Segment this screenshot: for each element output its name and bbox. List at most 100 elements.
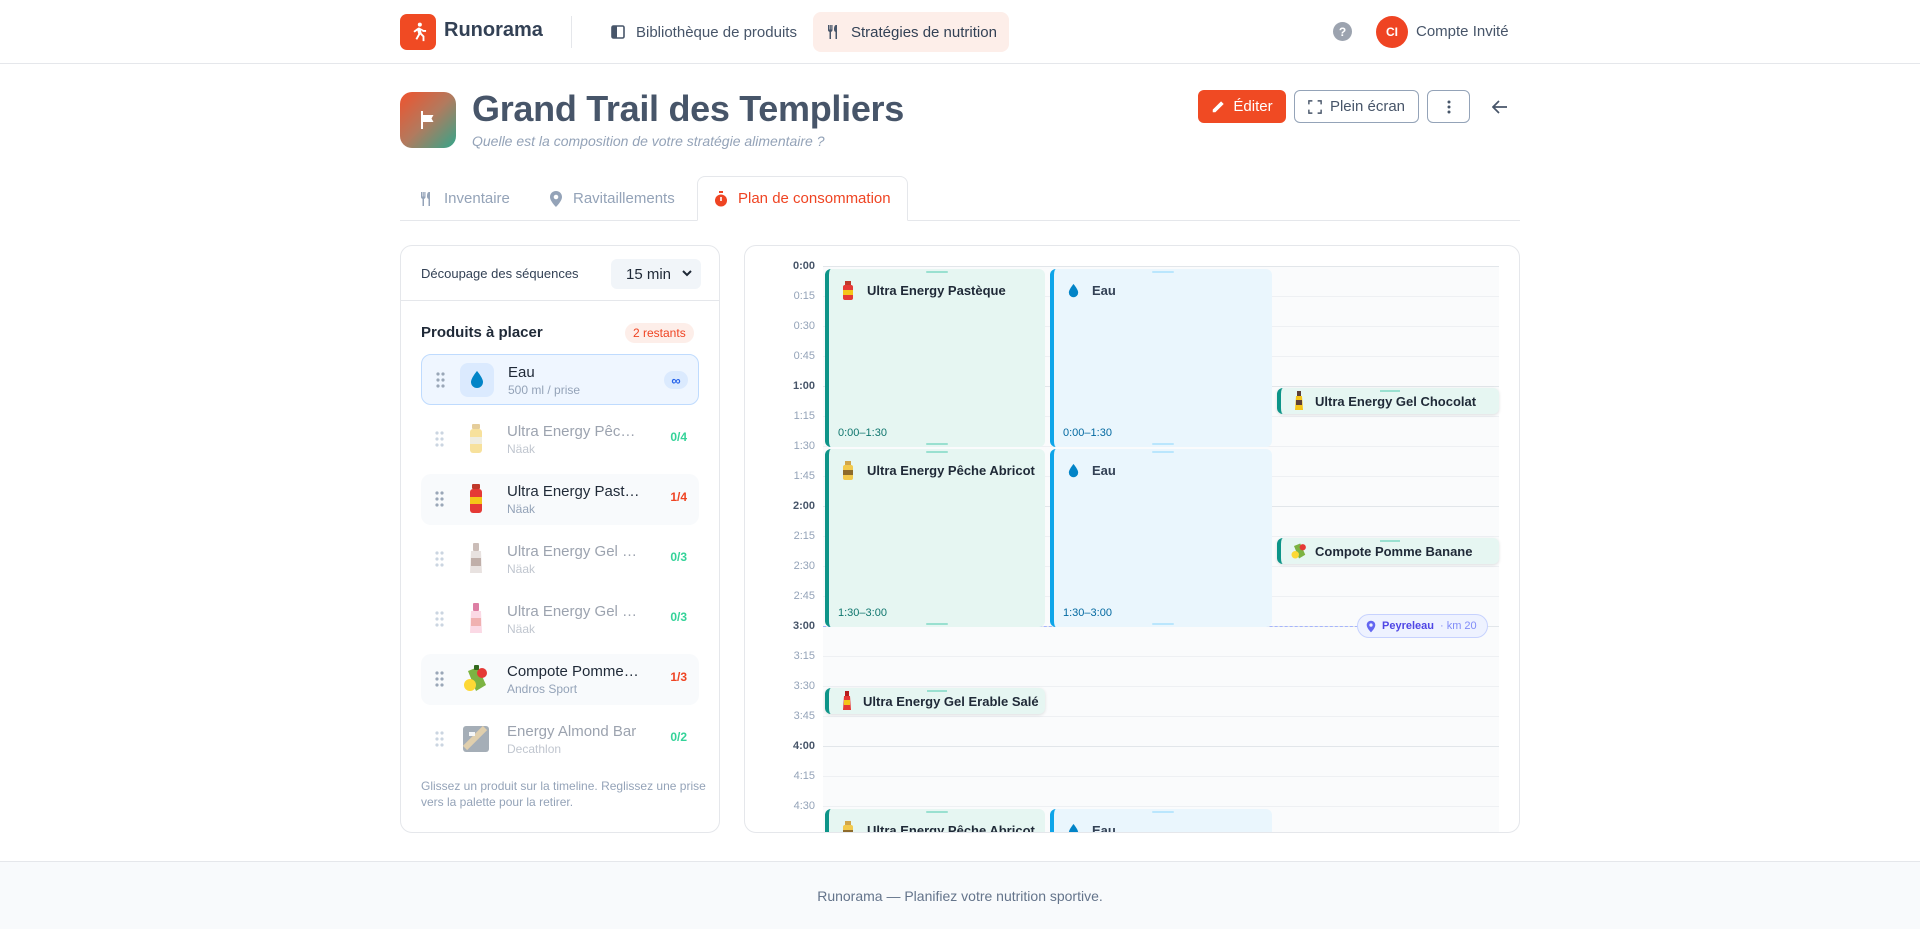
book-icon (611, 25, 625, 39)
product-count: 0/3 (670, 550, 687, 564)
product-item-almond-bar[interactable]: Energy Almond Bar Decathlon 0/2 (421, 714, 699, 765)
product-palette: Découpage des séquences 15 min Produits … (400, 245, 720, 833)
runner-logo-icon[interactable] (400, 14, 436, 50)
product-item-gel-chocolate[interactable]: Ultra Energy Gel Chocolat Näak 0/3 (421, 534, 699, 585)
resize-handle-top[interactable] (927, 690, 947, 692)
resize-handle-top[interactable] (1380, 390, 1400, 392)
edit-button[interactable]: Éditer (1198, 90, 1286, 123)
resize-handle-bottom[interactable] (926, 443, 948, 445)
timeline-gridline (823, 806, 1499, 807)
product-item-compote[interactable]: Compote Pomme Banane Andros Sport 1/3 (421, 654, 699, 705)
remaining-badge: 2 restants (625, 323, 694, 343)
timeline-block-water[interactable]: Eau 0:00–1:30 (1050, 269, 1272, 447)
drag-handle-icon[interactable] (435, 491, 444, 507)
timeline-time-label: 4:30 (793, 800, 815, 812)
drag-handle-icon[interactable] (435, 611, 444, 627)
expand-icon (1308, 99, 1322, 114)
avatar[interactable]: CI (1376, 16, 1408, 48)
timeline-time-label: 3:00 (792, 620, 815, 632)
brand-name[interactable]: Runorama (444, 19, 543, 42)
product-name: Ultra Energy Pêche Abricot (507, 423, 642, 440)
timeline-time-label: 1:45 (793, 470, 815, 482)
back-button[interactable] (1482, 90, 1518, 123)
energy-bar-icon (459, 722, 493, 756)
nav-product-library[interactable]: Bibliothèque de produits (598, 12, 809, 52)
refuel-marker[interactable]: Peyreleau · km 20 (1357, 614, 1488, 638)
product-item-water[interactable]: Eau 500 ml / prise ∞ (421, 354, 699, 405)
resize-handle-bottom[interactable] (1152, 443, 1174, 445)
utensils-icon (828, 25, 837, 39)
water-drop-icon (460, 363, 494, 397)
consumption-timeline[interactable]: 0:00 0:15 0:30 0:45 1:00 1:15 1:30 1:45 2:00 2:15… (744, 245, 1520, 833)
tab-inventory[interactable]: Inventaire (402, 176, 526, 221)
timeline-block-peach-apricot[interactable]: Ultra Energy Pêche Abricot 1:30–3:00 (825, 449, 1045, 627)
map-pin-icon (1366, 620, 1376, 632)
timeline-block-water-2[interactable]: Eau 1:30–3:00 (1050, 449, 1272, 627)
timeline-gridline (823, 716, 1499, 717)
edit-button-label: Éditer (1233, 98, 1273, 115)
product-name: Compote Pomme Banane (507, 663, 642, 680)
drag-handle-icon[interactable] (435, 671, 444, 687)
timeline-chip-gel-chocolate[interactable]: Ultra Energy Gel Chocolat (1277, 388, 1499, 414)
gel-maple-icon (837, 691, 857, 711)
timeline-block-water-3[interactable]: Eau (1050, 809, 1272, 832)
refuel-name: Peyreleau (1382, 620, 1434, 632)
account-name[interactable]: Compte Invité (1416, 23, 1509, 40)
page-title: Grand Trail des Templiers (472, 88, 904, 129)
nav-nutrition-strategies[interactable]: Stratégies de nutrition (813, 12, 1009, 52)
timeline-time-label: 4:00 (792, 740, 815, 752)
fullscreen-button[interactable]: Plein écran (1294, 90, 1419, 123)
timeline-block-watermelon[interactable]: Ultra Energy Pastèque 0:00–1:30 (825, 269, 1045, 447)
tab-refuels[interactable]: Ravitaillements (533, 176, 691, 221)
timeline-block-peach-apricot-2[interactable]: Ultra Energy Pêche Abricot (825, 809, 1045, 832)
product-count: 0/4 (670, 430, 687, 444)
drag-handle-icon[interactable] (435, 731, 444, 747)
water-drop-icon (1064, 461, 1082, 481)
race-flag-icon (400, 92, 456, 148)
timeline-time-label: 2:45 (793, 590, 815, 602)
timeline-time-label: 2:30 (793, 560, 815, 572)
drag-handle-icon[interactable] (435, 431, 444, 447)
block-name: Eau (1092, 283, 1116, 298)
product-count: 1/3 (670, 670, 687, 684)
gel-peach-icon (459, 422, 493, 456)
gel-chocolate-icon (1289, 391, 1309, 411)
compote-pouch-icon (459, 662, 493, 696)
timeline-time-label: 0:30 (793, 320, 815, 332)
chevron-down-icon (682, 270, 692, 277)
chip-name: Ultra Energy Gel Erable Salé (863, 694, 1039, 709)
timeline-time-label: 1:00 (792, 380, 815, 392)
more-options-button[interactable] (1427, 90, 1470, 123)
resize-handle-bottom[interactable] (926, 623, 948, 625)
resize-handle-top[interactable] (1152, 811, 1174, 813)
product-name: Eau (508, 364, 535, 381)
timeline-chip-gel-maple[interactable]: Ultra Energy Gel Erable Salé (825, 688, 1045, 714)
page-subtitle: Quelle est la composition de votre strat… (472, 133, 825, 149)
sequence-select[interactable]: 15 min (611, 259, 701, 289)
gel-watermelon-icon (839, 281, 857, 301)
sequence-label: Découpage des séquences (421, 266, 579, 281)
timeline-time-label: 1:30 (793, 440, 815, 452)
resize-handle-top[interactable] (1380, 540, 1400, 542)
footer: Runorama — Planifiez votre nutrition spo… (0, 861, 1920, 929)
tab-consumption-plan[interactable]: Plan de consommation (697, 176, 908, 221)
block-name: Ultra Energy Pastèque (867, 283, 1006, 298)
drag-handle-icon[interactable] (436, 372, 445, 388)
sequence-settings: Découpage des séquences 15 min (401, 246, 719, 301)
resize-handle-top[interactable] (926, 811, 948, 813)
help-icon[interactable]: ? (1333, 22, 1352, 41)
resize-handle-top[interactable] (926, 271, 948, 273)
product-name: Ultra Energy Gel Erable Salé (507, 603, 642, 620)
product-item-peach-apricot[interactable]: Ultra Energy Pêche Abricot Näak 0/4 (421, 414, 699, 465)
compote-pouch-icon (1289, 541, 1309, 561)
timeline-time-label: 0:45 (793, 350, 815, 362)
timeline-chip-compote[interactable]: Compote Pomme Banane (1277, 538, 1499, 564)
resize-handle-top[interactable] (1152, 451, 1174, 453)
product-item-watermelon[interactable]: Ultra Energy Pastèque Näak 1/4 (421, 474, 699, 525)
resize-handle-bottom[interactable] (1152, 623, 1174, 625)
resize-handle-top[interactable] (1152, 271, 1174, 273)
drag-handle-icon[interactable] (435, 551, 444, 567)
resize-handle-top[interactable] (926, 451, 948, 453)
block-range: 0:00–1:30 (838, 427, 887, 439)
product-item-gel-maple[interactable]: Ultra Energy Gel Erable Salé Näak 0/3 (421, 594, 699, 645)
